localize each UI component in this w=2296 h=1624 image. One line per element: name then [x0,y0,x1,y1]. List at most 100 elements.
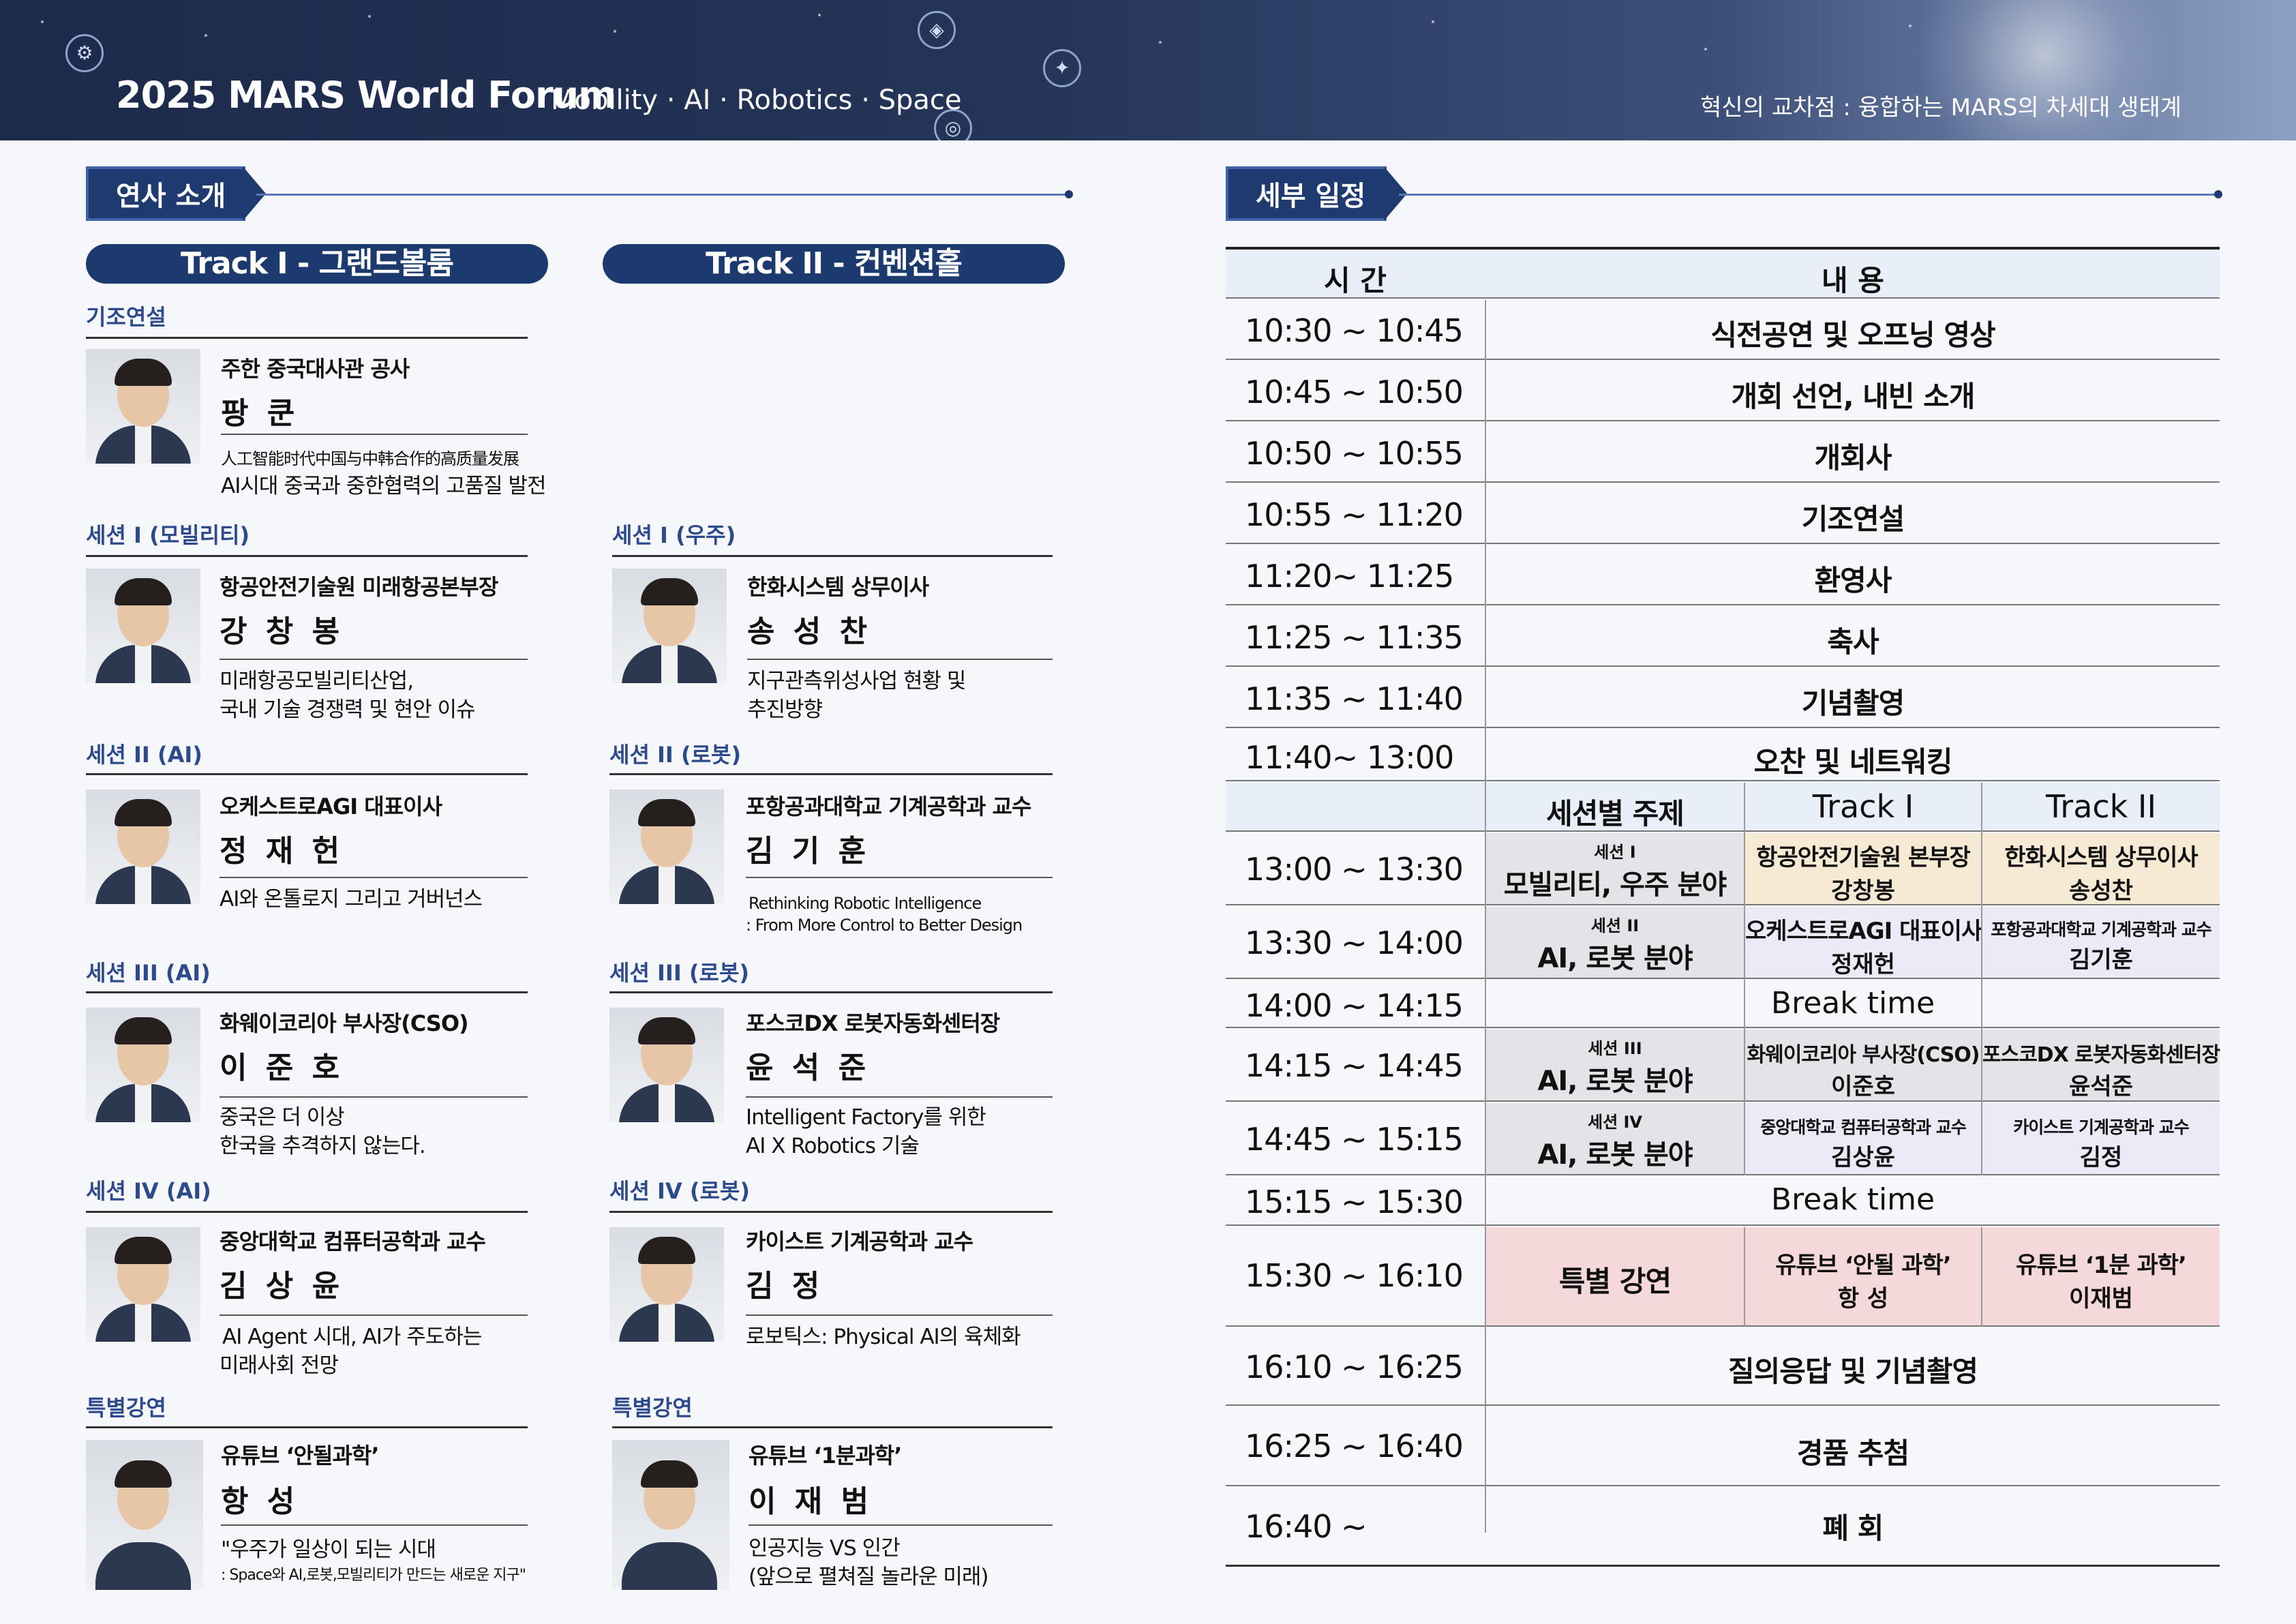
speaker-divider [220,1314,528,1316]
special-label: 특별 강연 [1486,1227,1744,1325]
speaker-org: 항공안전기술원 미래항공본부장 [220,574,498,600]
row-time: 10:45 ~ 10:50 [1245,374,1464,410]
track1-cell: 화웨이코리아 부사장(CSO) 이준호 [1745,1029,1981,1100]
speaker-topic: "우주가 일상이 되는 시대 [221,1537,436,1562]
session-topic: AI, 로봇 분야 [1537,1139,1693,1171]
table-row: 10:30 ~ 10:45 식전공연 및 오프닝 영상 [1226,300,2220,360]
star-dot [1704,48,1707,50]
session-topic: AI, 로봇 분야 [1537,943,1693,974]
star-dot [614,30,616,33]
break-content: Break time [1770,1182,1935,1217]
break-row: 15:15 ~ 15:30 Break time [1226,1177,2220,1226]
speaker-photo [612,569,727,683]
speaker-divider [220,659,528,660]
speaker-topic: 중국은 더 이상 [220,1105,345,1130]
star-dot [368,15,371,18]
speaker-org: 주한 중국대사관 공사 [221,356,410,382]
speaker-divider [746,877,1053,878]
session-label: 세션 III (로봇) [609,960,750,986]
header-banner: ⚙ ◈ ✦ ◎ 2025 MARS World Forum Mobility ·… [0,0,2296,140]
row-time: 10:55 ~ 11:20 [1245,496,1464,533]
table-header-row: 시 간 내 용 [1226,250,2220,299]
speaker-name: 강 창 봉 [220,614,344,649]
row-time: 16:10 ~ 16:25 [1245,1349,1464,1385]
speaker-name: 김 정 [746,1269,824,1304]
column-divider [1485,300,1486,1533]
row-time: 14:00 ~ 14:15 [1245,987,1464,1024]
speaker-divider [220,877,528,878]
track2-cell: 포스코DX 로봇자동화센터장 윤석준 [1982,1029,2220,1100]
table-row: 14:15 ~ 14:45 세션 III AI, 로봇 분야 화웨이코리아 부사… [1226,1029,2220,1102]
track1-org: 화웨이코리아 부사장(CSO) [1747,1043,1980,1067]
speaker-topic: Rethinking Robotic Intelligence [749,894,982,913]
row-content: 식전공연 및 오프닝 영상 [1710,318,1995,352]
speaker-top-line [612,555,1053,557]
speaker-top-line [86,555,528,557]
speaker-topic: : From More Control to Better Design [746,916,1023,935]
forum-slogan: 혁신의 교차점 : 융합하는 MARS의 차세대 생태계 [1700,94,2181,121]
speaker-name: 항 성 [221,1484,299,1519]
col-time-header: 시 간 [1324,264,1387,297]
speaker-photo [609,1227,724,1342]
table-row: 10:45 ~ 10:50 개회 선언, 내빈 소개 [1226,361,2220,421]
column-divider [1981,783,1982,1175]
speaker-photo [612,1440,729,1590]
special-track2-org: 유튜브 ‘1분 과학’ [2016,1252,2187,1279]
session-topic-cell: 세션 II AI, 로봇 분야 [1486,907,1744,978]
table-row: 14:45 ~ 15:15 세션 IV AI, 로봇 분야 중앙대학교 컴퓨터공… [1226,1103,2220,1175]
session-label: 세션 IV (AI) [86,1178,211,1204]
row-time: 10:30 ~ 10:45 [1245,312,1464,349]
speaker-topic: AI시대 중국과 중한협력의 고품질 발전 [221,474,547,498]
speaker-name: 이 준 호 [220,1051,344,1085]
car-icon: ◈ [918,11,956,49]
session-label: 특별강연 [612,1395,693,1421]
speaker-top-line [86,991,528,993]
track1-cell: 중앙대학교 컴퓨터공학과 교수 김상윤 [1745,1103,1981,1174]
track1-name: 이준호 [1831,1073,1895,1100]
star-dot [1909,25,1912,27]
forum-title: 2025 MARS World Forum [116,74,616,117]
track2-org: 포스코DX 로봇자동화센터장 [1982,1043,2220,1067]
track2-org: 카이스트 기계공학과 교수 [2013,1117,2189,1137]
speaker-photo [86,569,200,683]
special-track1-cell: 유튜브 ‘안될 과학’ 항 성 [1745,1227,1981,1325]
speaker-topic: AI X Robotics 기술 [746,1134,920,1158]
session-label: 세션 II (로봇) [609,742,742,768]
speaker-top-line [609,991,1053,993]
speaker-top-line [86,337,528,339]
speaker-top-line [609,773,1053,775]
track1-cell: 오케스트로AGI 대표이사 정재헌 [1745,907,1982,978]
column-divider [1744,1227,1745,1327]
row-time: 10:50 ~ 10:55 [1245,435,1464,472]
subheader-track1: Track I [1812,788,1914,825]
speaker-org: 중앙대학교 컴퓨터공학과 교수 [220,1229,486,1254]
speaker-topic: 추진방향 [747,697,823,722]
column-divider [1744,783,1745,1175]
track2-org: 한화시스템 상무이사 [2004,844,2198,871]
table-row: 11:35 ~ 11:40 기념촬영 [1226,668,2220,728]
schedule-tab-line [1399,190,2222,198]
speaker-divider [747,659,1053,660]
special-row: 15:30 ~ 16:10 특별 강연 유튜브 ‘안될 과학’ 항 성 유튜브 … [1226,1227,2220,1327]
forum-subtitle: Mobility · AI · Robotics · Space [551,85,962,116]
row-time: 13:00 ~ 13:30 [1245,851,1464,888]
table-row: 13:30 ~ 14:00 세션 II AI, 로봇 분야 오케스트로AGI 대… [1226,907,2220,979]
session-number: 세션 I [1594,843,1636,862]
row-time: 13:30 ~ 14:00 [1245,924,1464,961]
track1-cell: 항공안전기술원 본부장 강창봉 [1745,833,1981,905]
row-content: 기조연설 [1801,502,1905,536]
session-label: 세션 II (AI) [86,742,202,768]
row-time: 16:25 ~ 16:40 [1245,1428,1464,1464]
speaker-divider [221,1524,528,1526]
table-row: 16:25 ~ 16:40 경품 추첨 [1226,1407,2220,1486]
session-label: 세션 I (우주) [612,522,736,548]
speaker-topic: 人工智能时代中国与中韩合作的高质量发展 [221,449,519,468]
track2-name: 김정 [2079,1144,2123,1171]
schedule-tab: 세부 일정 [1226,166,1407,221]
speaker-topic: 한국을 추격하지 않는다. [220,1134,426,1158]
row-content: 개회사 [1814,441,1892,475]
table-row: 10:55 ~ 11:20 기조연설 [1226,484,2220,544]
speaker-topic: 미래사회 전망 [220,1353,339,1378]
row-content: 경품 추첨 [1796,1437,1909,1470]
subheader-topic: 세션별 주제 [1546,797,1685,830]
